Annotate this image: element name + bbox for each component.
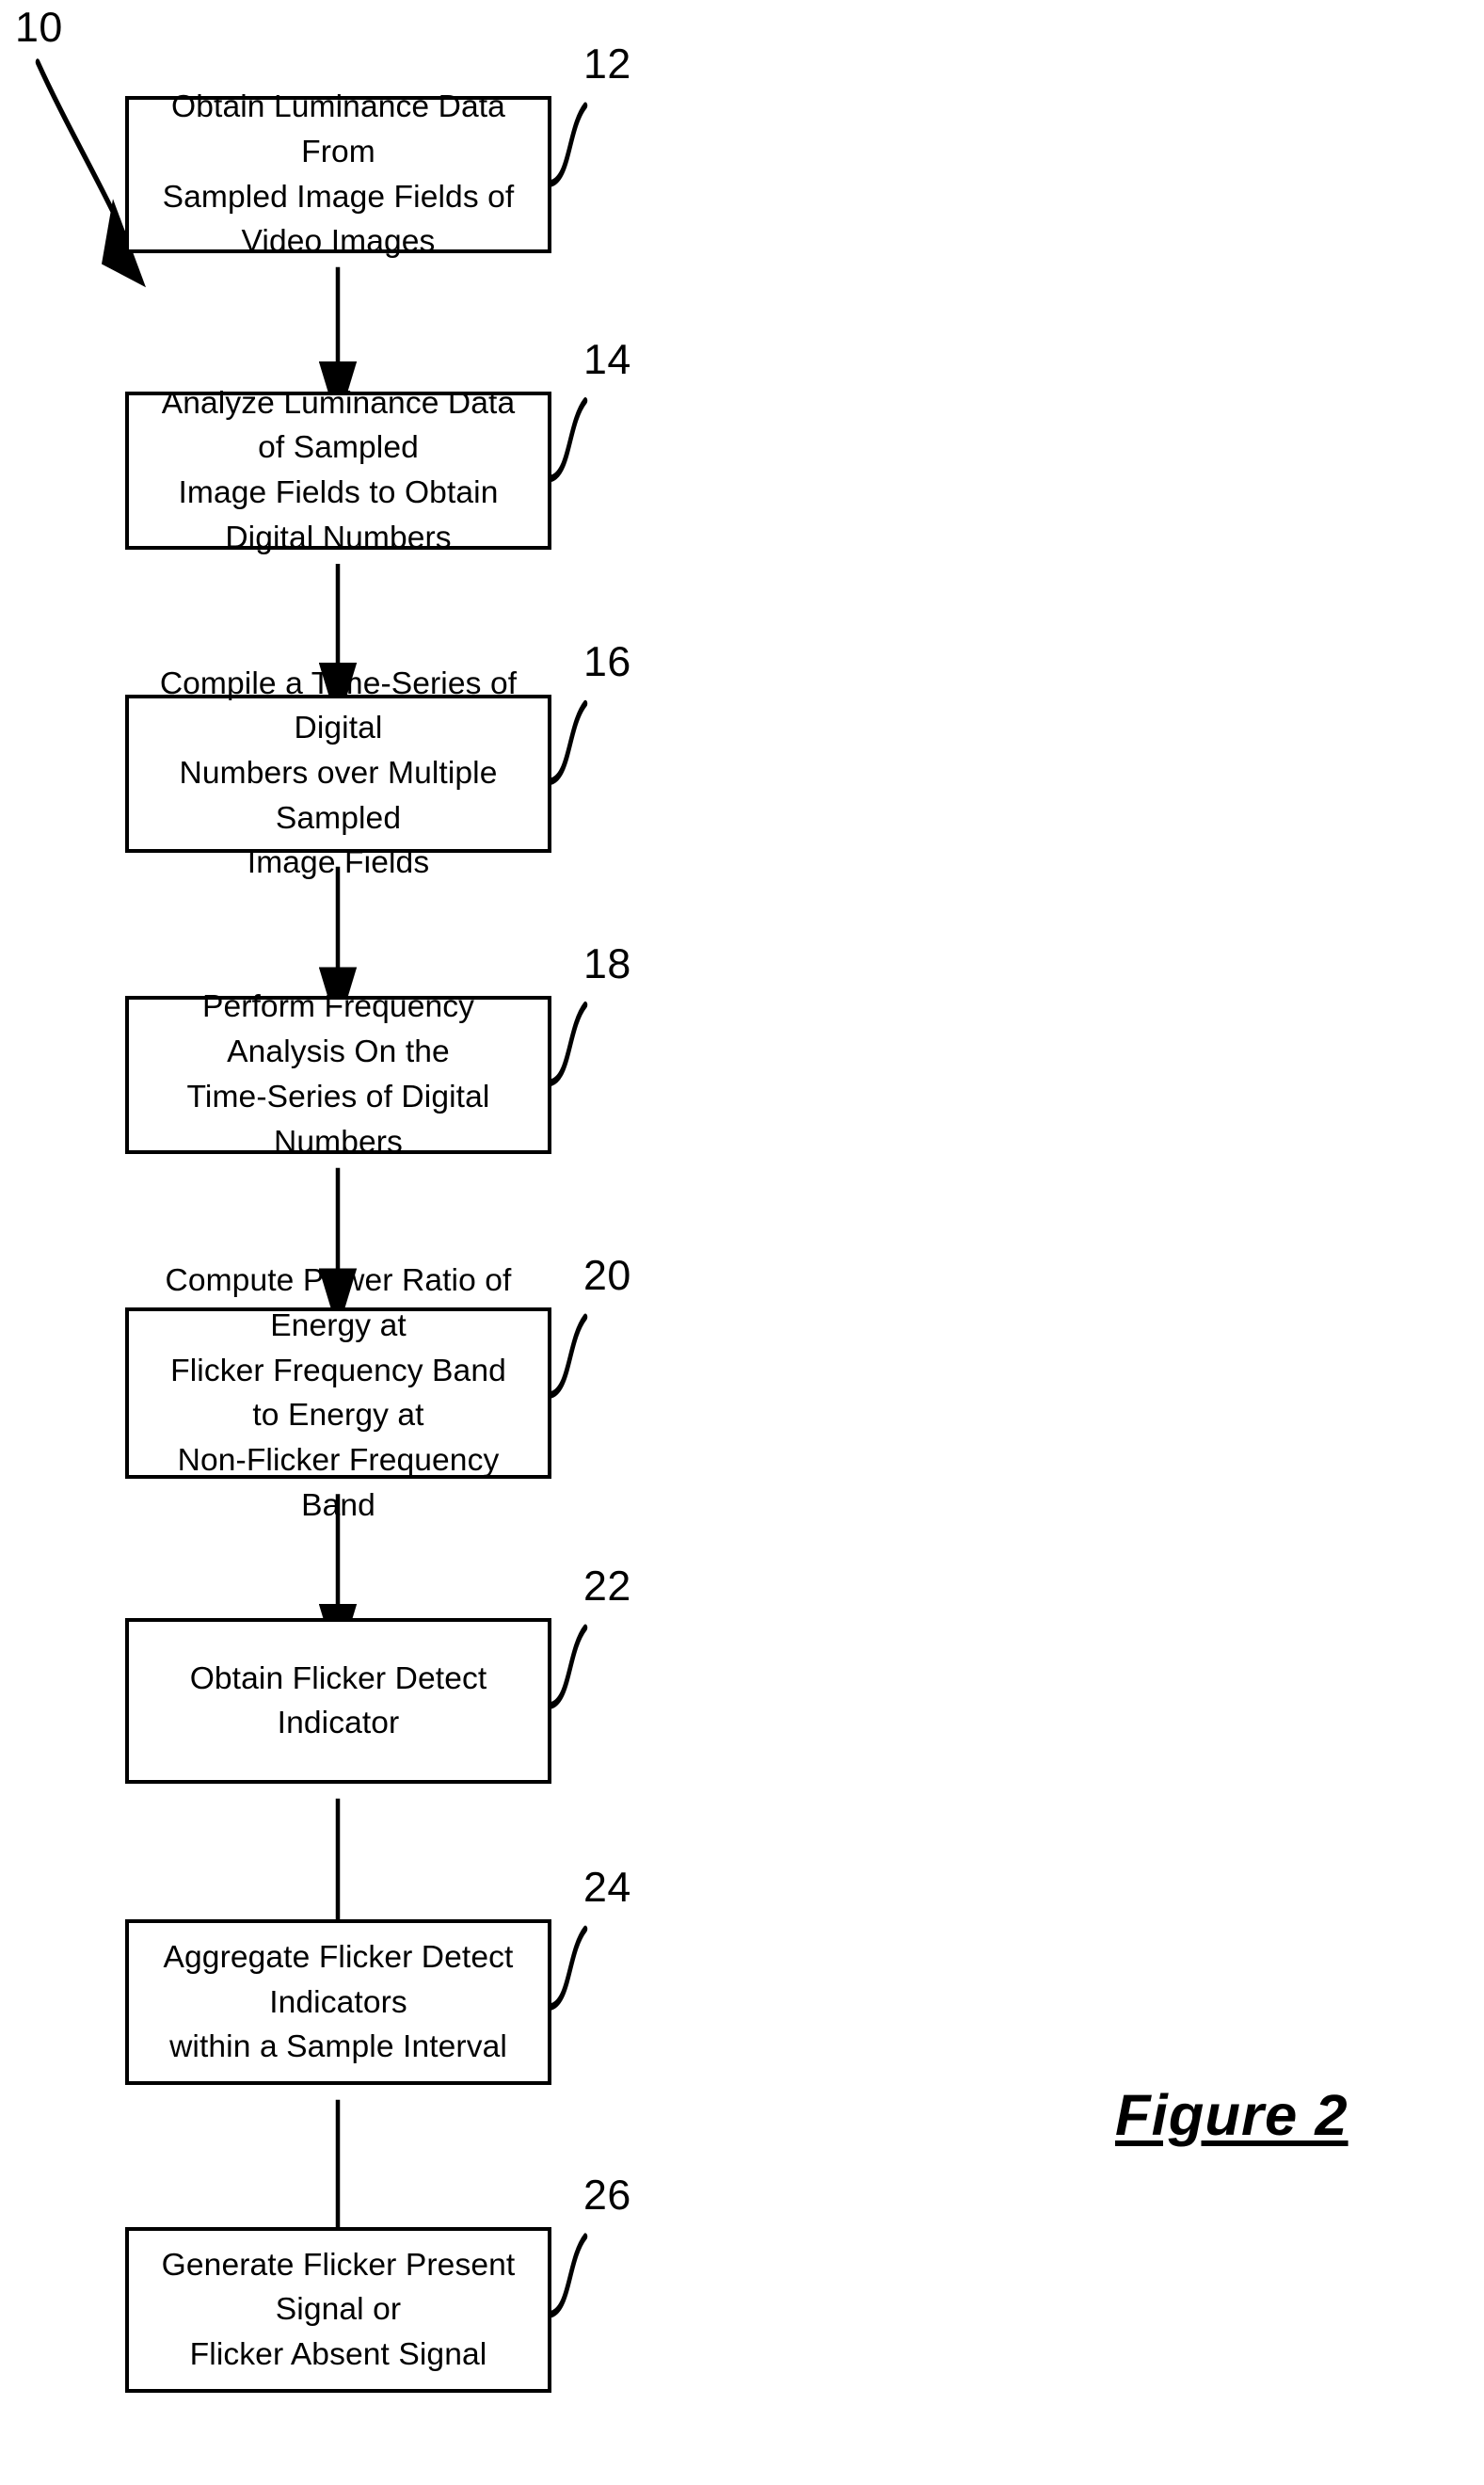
- flow-box-step-2[interactable]: Analyze Luminance Data of Sampled Image …: [125, 386, 551, 555]
- reference-numeral-16: 16: [583, 638, 631, 686]
- flow-box-step-2-text: Analyze Luminance Data of Sampled Image …: [161, 385, 516, 555]
- reference-numeral-12: 12: [583, 40, 631, 88]
- flow-box-step-8-text: Generate Flicker Present Signal or Flick…: [161, 2247, 516, 2372]
- flow-box-step-1[interactable]: Obtain Luminance Data From Sampled Image…: [125, 89, 551, 259]
- flow-box-step-1-text: Obtain Luminance Data From Sampled Image…: [162, 89, 515, 260]
- flow-box-step-6-text: Obtain Flicker Detect Indicator: [189, 1660, 487, 1741]
- flow-box-step-4-text: Perform Frequency Analysis On the Time-S…: [186, 989, 490, 1160]
- flow-box-step-3[interactable]: Compile a Time-Series of Digital Numbers…: [125, 666, 551, 880]
- flow-box-step-7[interactable]: Aggregate Flicker Detect Indicators with…: [125, 1919, 551, 2086]
- reference-numeral-20: 20: [583, 1252, 631, 1300]
- flow-box-step-6[interactable]: Obtain Flicker Detect Indicator: [125, 1618, 551, 1785]
- patent-figure-canvas: 10 Obtain Luminance Data From Sampled Im…: [0, 0, 1484, 2485]
- reference-numeral-26: 26: [583, 2172, 631, 2219]
- flow-box-step-4[interactable]: Perform Frequency Analysis On the Time-S…: [125, 989, 551, 1160]
- flow-box-step-5-text: Compute Power Ratio of Energy at Flicker…: [165, 1263, 512, 1523]
- reference-numeral-14: 14: [583, 335, 631, 383]
- reference-numeral-24: 24: [583, 1864, 631, 1912]
- reference-numeral-18: 18: [583, 939, 631, 987]
- flow-box-step-7-text: Aggregate Flicker Detect Indicators with…: [163, 1939, 514, 2065]
- reference-numeral-22: 22: [583, 1563, 631, 1611]
- figure-caption: Figure 2: [1115, 2083, 1348, 2148]
- reference-numeral-10: 10: [15, 3, 63, 51]
- flow-box-step-8[interactable]: Generate Flicker Present Signal or Flick…: [125, 2227, 551, 2394]
- numeral-leaders: [549, 102, 588, 2318]
- flow-box-step-3-text: Compile a Time-Series of Digital Numbers…: [159, 665, 518, 881]
- flow-box-step-5[interactable]: Compute Power Ratio of Energy at Flicker…: [125, 1263, 551, 1523]
